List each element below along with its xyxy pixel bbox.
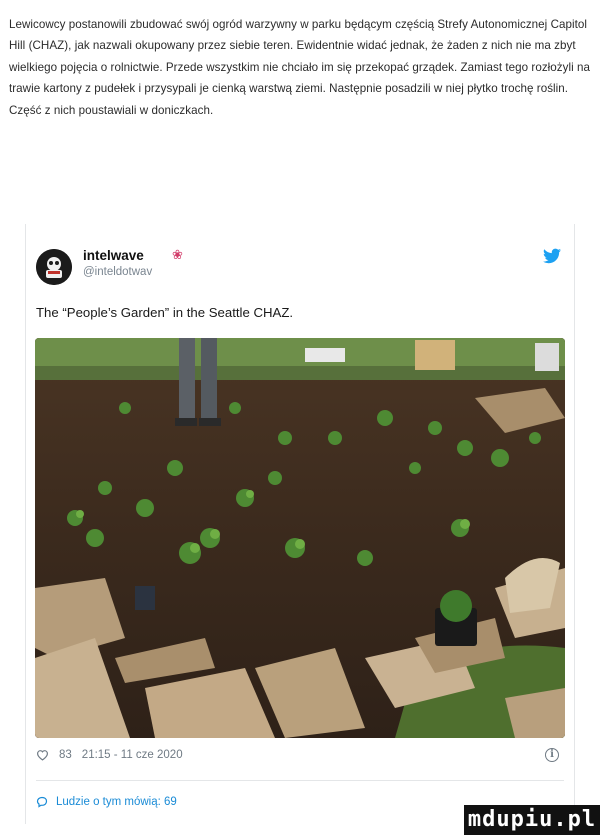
tweet-timestamp[interactable]: 21:15 - 11 cze 2020 (82, 749, 183, 761)
divider (36, 780, 564, 781)
replies-label[interactable]: Ludzie o tym mówią: 69 (56, 796, 177, 808)
author-flower-emoji: ❀ (172, 247, 183, 262)
tweet-text: The “People’s Garden” in the Seattle CHA… (36, 305, 294, 320)
garden-photo[interactable] (35, 338, 565, 738)
author-avatar[interactable] (36, 249, 72, 285)
tweet-stats: 83 21:15 - 11 cze 2020 (36, 749, 183, 761)
info-icon[interactable]: i (545, 748, 559, 762)
twitter-bird-icon[interactable] (543, 248, 561, 264)
article-text: Lewicowcy postanowili zbudować swój ogró… (9, 18, 591, 117)
replies-link[interactable]: Ludzie o tym mówią: 69 (36, 796, 177, 808)
like-count[interactable]: 83 (59, 749, 72, 761)
speech-bubble-icon (36, 796, 48, 808)
heart-icon[interactable] (36, 749, 49, 761)
author-handle[interactable]: @inteldotwav (83, 266, 152, 278)
author-name[interactable]: intelwave (83, 248, 144, 263)
site-watermark: mdupiu.pl (464, 805, 600, 835)
